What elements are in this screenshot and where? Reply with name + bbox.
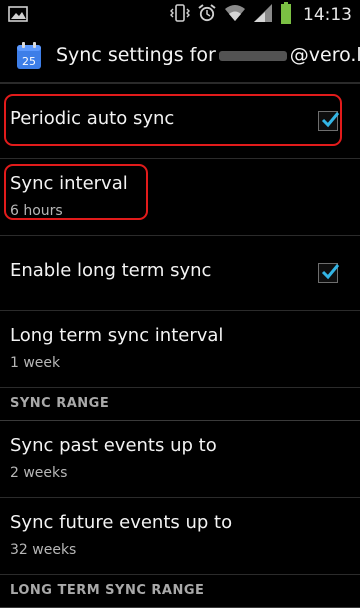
sync-future-events-row[interactable]: Sync future events up to 32 weeks (0, 498, 360, 575)
page-title: Sync settings for @vero.lt (56, 44, 360, 66)
clock: 14:13 (303, 5, 352, 25)
long-term-sync-range-title: LONG TERM SYNC RANGE (10, 583, 205, 598)
wifi-icon (224, 4, 246, 26)
sync-range-title: SYNC RANGE (10, 396, 110, 411)
signal-icon (253, 3, 273, 27)
sync-future-events-summary: 32 weeks (10, 542, 77, 558)
sync-past-events-row[interactable]: Sync past events up to 2 weeks (0, 421, 360, 498)
enable-long-term-sync-row[interactable]: Enable long term sync (0, 236, 360, 311)
calendar-icon[interactable]: 25 (16, 42, 42, 70)
sync-past-events-summary: 2 weeks (10, 465, 68, 481)
highlight-sync-interval (4, 164, 148, 220)
long-term-sync-interval-summary: 1 week (10, 355, 61, 371)
enable-long-term-sync-checkbox[interactable] (318, 263, 340, 283)
battery-icon (280, 2, 292, 28)
enable-long-term-sync-title: Enable long term sync (10, 260, 212, 281)
title-suffix: @vero.lt (289, 44, 360, 66)
long-term-sync-range-header: LONG TERM SYNC RANGE (0, 575, 360, 608)
settings-list: Periodic auto sync Sync interval 6 hours… (0, 84, 360, 608)
title-prefix: Sync settings for (56, 44, 216, 66)
sync-future-events-title: Sync future events up to (10, 512, 233, 533)
action-bar: 25 Sync settings for @vero.lt (0, 30, 360, 84)
alarm-icon (197, 3, 217, 27)
long-term-sync-interval-row[interactable]: Long term sync interval 1 week (0, 311, 360, 388)
check-icon (321, 264, 340, 280)
status-bar: 14:13 (0, 0, 360, 30)
sync-past-events-title: Sync past events up to (10, 435, 217, 456)
calendar-icon-number: 25 (22, 55, 36, 68)
sync-range-header: SYNC RANGE (0, 388, 360, 421)
redacted-account-name (218, 50, 287, 61)
highlight-periodic-auto-sync (4, 94, 342, 146)
long-term-sync-interval-title: Long term sync interval (10, 325, 224, 346)
image-icon (8, 5, 28, 27)
vibrate-icon (170, 3, 190, 27)
